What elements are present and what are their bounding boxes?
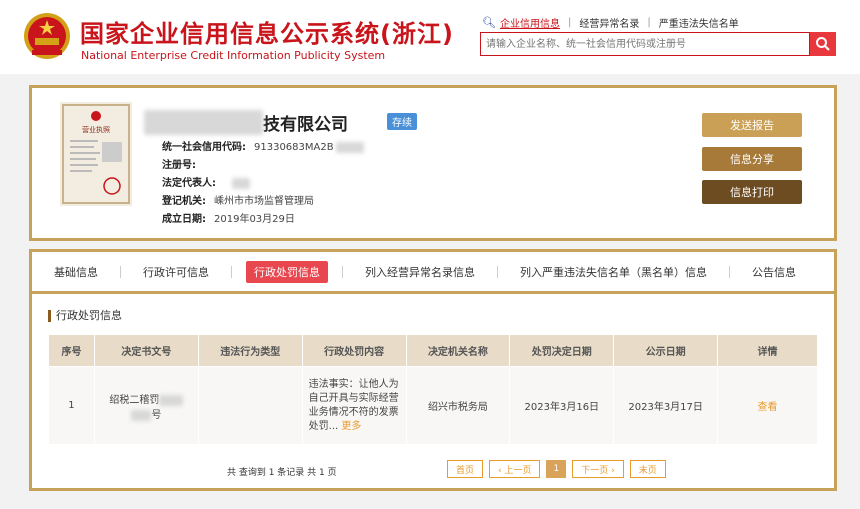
- info-reg-no: 注册号:: [162, 160, 196, 171]
- send-report-button[interactable]: 发送报告: [702, 113, 802, 137]
- col-doc-no: 决定书文号: [93, 334, 199, 367]
- col-decision-date: 处罚决定日期: [509, 334, 615, 367]
- top-links: 🔍︎ 企业信用信息 | 经营异常名录 | 严重违法失信名单: [482, 15, 739, 30]
- col-publish-date: 公示日期: [613, 334, 719, 367]
- info-credit-code: 统一社会信用代码:91330683MA2Bxxxx: [162, 138, 364, 153]
- site-title: 国家企业信用信息公示系统(浙江): [80, 20, 454, 48]
- link-enterprise-credit[interactable]: 企业信用信息: [500, 15, 560, 30]
- business-license-image: 营业执照: [60, 102, 132, 206]
- record-count: 共 查询到 1 条记录 共 1 页: [227, 468, 337, 478]
- cell-doc-no: 绍税二稽罚xxx xx号: [93, 366, 199, 445]
- table-row: 1 绍税二稽罚xxx xx号 违法事实：让他人为自己开具与实际经营业务情况不符的…: [48, 366, 818, 445]
- col-detail: 详情: [717, 334, 818, 367]
- tab-bar: 基础信息 行政许可信息 行政处罚信息 列入经营异常名录信息 列入严重违法失信名单…: [32, 252, 834, 294]
- cell-publish-date: 2023年3月17日: [613, 366, 719, 445]
- redacted-name: 某某某某某某某: [144, 110, 263, 135]
- pagination: 首页 ‹ 上一页 1 下一页 › 末页: [447, 460, 666, 478]
- site-subtitle: National Enterprise Credit Information P…: [81, 49, 386, 62]
- tab-abnormal-list[interactable]: 列入经营异常名录信息: [357, 261, 483, 283]
- search-icon: 🔍︎: [482, 16, 496, 29]
- col-penalty-content: 行政处罚内容: [301, 334, 407, 367]
- info-panel: 基础信息 行政许可信息 行政处罚信息 列入经营异常名录信息 列入严重违法失信名单…: [29, 249, 837, 491]
- status-badge: 存续: [387, 113, 417, 130]
- company-name: 某某某某某某某技有限公司: [144, 110, 348, 135]
- tab-blacklist[interactable]: 列入严重违法失信名单（黑名单）信息: [512, 261, 715, 283]
- cell-authority: 绍兴市税务局: [405, 366, 511, 445]
- more-link[interactable]: 更多: [341, 421, 361, 432]
- cell-detail: 查看: [717, 366, 818, 445]
- info-legal-rep: 法定代表人:xx: [162, 174, 250, 189]
- tab-admin-penalty[interactable]: 行政处罚信息: [246, 260, 328, 283]
- tab-admin-license[interactable]: 行政许可信息: [135, 261, 217, 283]
- penalty-table: 序号 决定书文号 违法行为类型 行政处罚内容 决定机关名称 处罚决定日期 公示日…: [48, 334, 818, 445]
- prev-page-button[interactable]: ‹ 上一页: [489, 460, 541, 478]
- company-card: 营业执照 某某某某某某某技有限公司 存续 统一社会信用代码:91330683MA…: [29, 85, 837, 241]
- search-button[interactable]: [810, 32, 836, 56]
- view-detail-link[interactable]: 查看: [758, 402, 778, 413]
- info-reg-authority: 登记机关: 嵊州市市场监督管理局: [162, 196, 314, 207]
- tab-basic-info[interactable]: 基础信息: [46, 261, 106, 283]
- cell-violation-type: [197, 366, 303, 445]
- info-founded-date: 成立日期: 2019年03月29日: [162, 214, 295, 225]
- site-header: 国家企业信用信息公示系统(浙江) National Enterprise Cre…: [0, 0, 860, 74]
- cell-penalty-content: 违法事实：让他人为自己开具与实际经营业务情况不符的发票 处罚... 更多: [301, 366, 407, 445]
- search-icon: [816, 37, 830, 51]
- cell-index: 1: [48, 366, 95, 445]
- search-input[interactable]: [481, 33, 809, 55]
- page-1-button[interactable]: 1: [546, 460, 567, 478]
- table-header-row: 序号 决定书文号 违法行为类型 行政处罚内容 决定机关名称 处罚决定日期 公示日…: [48, 334, 818, 367]
- tab-announcements[interactable]: 公告信息: [744, 261, 804, 283]
- national-emblem-icon: [24, 13, 70, 59]
- link-abnormal-list[interactable]: 经营异常名录: [579, 15, 639, 30]
- section-title: 行政处罚信息: [48, 310, 122, 322]
- print-info-button[interactable]: 信息打印: [702, 180, 802, 204]
- col-violation-type: 违法行为类型: [197, 334, 303, 367]
- link-blacklist[interactable]: 严重违法失信名单: [659, 15, 739, 30]
- cell-decision-date: 2023年3月16日: [509, 366, 615, 445]
- license-title: 营业执照: [82, 125, 110, 134]
- col-index: 序号: [48, 334, 95, 367]
- col-authority: 决定机关名称: [405, 334, 511, 367]
- first-page-button[interactable]: 首页: [447, 460, 484, 478]
- next-page-button[interactable]: 下一页 ›: [572, 460, 624, 478]
- last-page-button[interactable]: 末页: [629, 460, 666, 478]
- search-box: [480, 32, 810, 56]
- share-info-button[interactable]: 信息分享: [702, 147, 802, 171]
